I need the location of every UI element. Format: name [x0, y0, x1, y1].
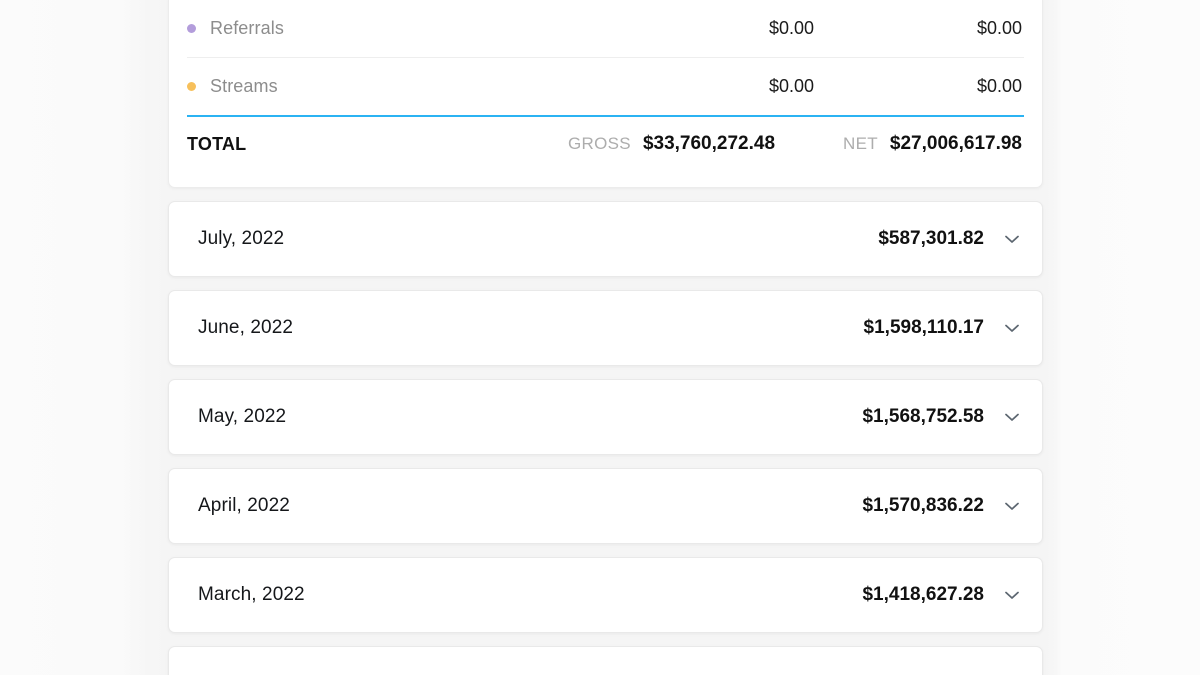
- referrals-bullet-icon: [187, 24, 196, 33]
- month-label: June, 2022: [198, 317, 293, 339]
- month-amount: $1,570,836.22: [862, 495, 984, 517]
- earnings-report-page: Referrals $0.00 $0.00 Streams $0.00 $0.0…: [0, 0, 1200, 675]
- total-gross-group: GROSS $33,760,272.48: [568, 133, 775, 155]
- month-label: April, 2022: [198, 495, 290, 517]
- month-amount: $1,418,627.28: [862, 584, 984, 606]
- streams-bullet-icon: [187, 82, 196, 91]
- chevron-down-icon[interactable]: [1000, 494, 1024, 518]
- summary-row-label: Referrals: [210, 18, 284, 39]
- month-card-july[interactable]: July, 2022 $587,301.82: [168, 201, 1043, 277]
- content-column: Referrals $0.00 $0.00 Streams $0.00 $0.0…: [168, 0, 1043, 675]
- chevron-down-icon[interactable]: [1000, 316, 1024, 340]
- card-bottom-padding: [187, 171, 1024, 187]
- total-net-value: $27,006,617.98: [890, 133, 1022, 155]
- month-amount: $587,301.82: [878, 228, 984, 250]
- summary-row-net-value: $0.00: [814, 76, 1024, 97]
- month-amount: $1,568,752.58: [862, 406, 984, 428]
- chevron-down-icon[interactable]: [1000, 583, 1024, 607]
- summary-row-streams: Streams $0.00 $0.00: [187, 57, 1024, 115]
- total-net-group: NET $27,006,617.98: [843, 133, 1024, 155]
- month-label: May, 2022: [198, 406, 286, 428]
- month-label: March, 2022: [198, 584, 305, 606]
- month-card-june[interactable]: June, 2022 $1,598,110.17: [168, 290, 1043, 366]
- month-amount: $1,598,110.17: [864, 317, 984, 339]
- summary-row-label: Streams: [210, 76, 278, 97]
- summary-row-gross-value: $0.00: [614, 76, 814, 97]
- summary-row-gross-value: $0.00: [614, 18, 814, 39]
- summary-row-referrals: Referrals $0.00 $0.00: [187, 0, 1024, 57]
- month-card-april[interactable]: April, 2022 $1,570,836.22: [168, 468, 1043, 544]
- chevron-down-icon[interactable]: [1000, 227, 1024, 251]
- month-label: July, 2022: [198, 228, 284, 250]
- total-gross-value: $33,760,272.48: [643, 133, 775, 155]
- earnings-summary-card: Referrals $0.00 $0.00 Streams $0.00 $0.0…: [168, 0, 1043, 188]
- summary-total-row: TOTAL GROSS $33,760,272.48 NET $27,006,6…: [187, 117, 1024, 171]
- chevron-down-icon[interactable]: [1000, 405, 1024, 429]
- total-label: TOTAL: [187, 134, 246, 155]
- month-card-march[interactable]: March, 2022 $1,418,627.28: [168, 557, 1043, 633]
- month-card-next-partial[interactable]: [168, 646, 1043, 675]
- gross-tag: GROSS: [568, 134, 631, 154]
- summary-row-net-value: $0.00: [814, 18, 1024, 39]
- net-tag: NET: [843, 134, 878, 154]
- month-card-may[interactable]: May, 2022 $1,568,752.58: [168, 379, 1043, 455]
